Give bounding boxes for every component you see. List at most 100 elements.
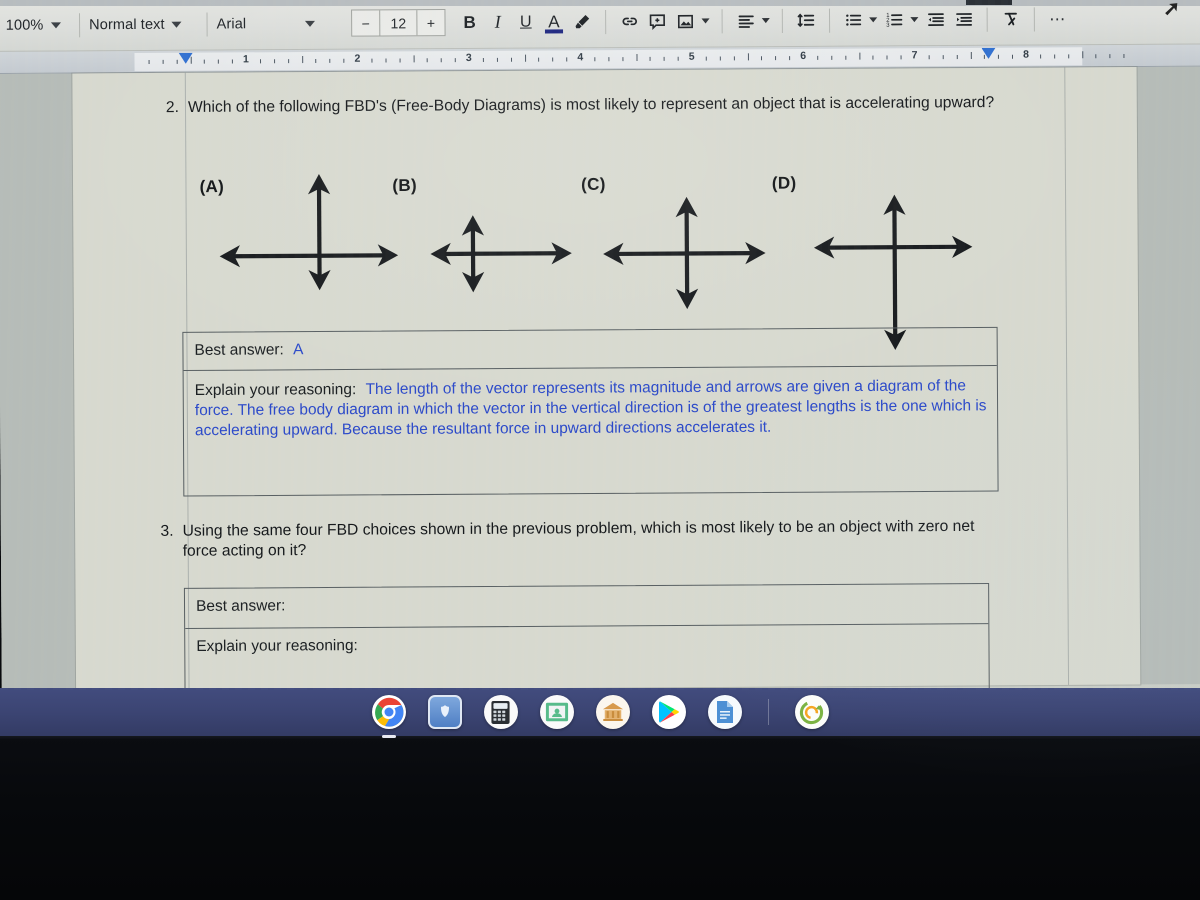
chevron-down-icon[interactable] (910, 17, 919, 23)
ruler-tick (942, 55, 944, 60)
ruler-tick (747, 53, 749, 61)
ruler-tick (622, 57, 624, 62)
question-2: 2. Which of the following FBD's (Free-Bo… (161, 93, 1002, 118)
cropped-toolbar-control (966, 0, 1012, 5)
ruler-tick (844, 55, 846, 60)
ruler-tick (218, 59, 220, 64)
google-classroom-app-icon[interactable] (539, 695, 574, 729)
answer-table-question-2[interactable]: Best answer: A Explain your reasoning: T… (182, 326, 999, 497)
ruler-tick (371, 58, 373, 63)
link-icon[interactable] (616, 7, 642, 35)
ruler-tick (1053, 54, 1055, 59)
zoom-level-label: 100% (5, 16, 44, 34)
decrease-indent-icon[interactable] (922, 5, 948, 33)
question-2-number: 2. (165, 98, 180, 117)
best-answer-row-q3[interactable]: Best answer: (184, 583, 989, 630)
ruler-tick (1012, 54, 1014, 59)
ruler-tick (970, 51, 972, 59)
zoom-level-dropdown[interactable]: 100% (6, 17, 70, 33)
insert-image-icon[interactable] (672, 7, 698, 35)
google-docs-app-icon[interactable] (707, 695, 742, 729)
best-answer-label-q3: Best answer: (196, 597, 286, 615)
chromeos-shelf[interactable] (0, 688, 1200, 738)
ruler-tick (956, 55, 958, 60)
calculator-app-icon[interactable] (483, 695, 518, 729)
text-color-swatch (544, 28, 564, 33)
ruler-tick (440, 58, 442, 63)
ruler-tick (761, 56, 763, 61)
ruler-tick (343, 58, 345, 63)
fbd-choice-b: (B) (384, 171, 586, 303)
fbd-choice-c-diagram (603, 196, 766, 310)
font-family-dropdown[interactable]: Arial (217, 15, 348, 32)
ruler-tick (1095, 54, 1097, 59)
italic-button[interactable]: I (485, 8, 511, 36)
ruler-tick (886, 55, 888, 60)
ruler-tick (162, 59, 164, 64)
align-icon[interactable] (733, 7, 759, 35)
fbd-choice-d: (D) (764, 160, 986, 350)
bold-button[interactable]: B (456, 8, 482, 36)
bulleted-list-icon[interactable] (840, 6, 866, 34)
ruler-tick (998, 54, 1000, 59)
line-spacing-icon[interactable] (793, 6, 819, 34)
ruler-tick (635, 53, 638, 62)
underline-button[interactable]: U (513, 8, 539, 36)
dark-background-below-screen (0, 736, 1200, 900)
font-size-decrease-button[interactable]: − (352, 10, 379, 35)
question-2-text: Which of the following FBD's (Free-Body … (187, 93, 995, 116)
ruler-tick (204, 59, 206, 64)
recovery-app-icon[interactable] (794, 695, 829, 729)
answer-table-question-3[interactable]: Best answer: Explain your reasoning: (183, 582, 990, 697)
text-color-button[interactable]: A (541, 8, 567, 36)
best-answer-value-q2[interactable]: A (293, 341, 303, 358)
svg-text:3: 3 (886, 23, 890, 29)
photo-of-laptop-screen: 100% Normal text Arial − 12 + B I U A 1 … (0, 0, 1200, 900)
ruler-tick (538, 57, 540, 62)
chevron-down-icon (171, 21, 182, 28)
ruler-tick (496, 57, 498, 62)
clear-formatting-icon[interactable] (998, 5, 1024, 33)
numbered-list-icon[interactable]: 1 2 3 (881, 6, 907, 34)
ruler-tick (719, 56, 721, 61)
reasoning-row-q3[interactable]: Explain your reasoning: (185, 624, 989, 696)
ruler-tick (1123, 54, 1125, 59)
paragraph-style-dropdown[interactable]: Normal text (89, 16, 198, 33)
toolbar-divider (206, 11, 208, 37)
chevron-down-icon[interactable] (701, 18, 710, 24)
best-answer-row-q2[interactable]: Best answer: A (183, 327, 997, 372)
ruler-tick (510, 57, 512, 62)
ruler-number: 3 (465, 51, 472, 65)
bank-app-icon[interactable] (595, 695, 630, 729)
ruler-tick (190, 56, 192, 64)
cropped-corner-icon[interactable]: ➚ (1163, 0, 1180, 21)
ruler-tick (301, 56, 303, 64)
more-options-button[interactable]: ⋯ (1045, 5, 1071, 33)
ruler-tick (399, 58, 401, 63)
highlighter-icon[interactable] (569, 8, 595, 36)
chevron-down-icon[interactable] (761, 18, 770, 24)
toolbar-divider (78, 12, 81, 37)
ruler-tick (259, 59, 261, 64)
increase-indent-icon[interactable] (950, 5, 976, 33)
add-comment-icon[interactable] (644, 7, 670, 35)
ruler-tick (148, 59, 150, 65)
font-size-stepper[interactable]: − 12 + (351, 8, 446, 37)
font-size-input[interactable]: 12 (379, 10, 418, 36)
ruler-tick (677, 56, 679, 61)
question-3-text: Using the same four FBD choices shown in… (182, 517, 975, 560)
toolbar-divider (781, 8, 783, 33)
ruler-tick (900, 55, 902, 60)
chevron-down-icon[interactable] (869, 17, 878, 23)
ruler-number: 7 (911, 49, 918, 62)
ruler-tick (427, 58, 429, 63)
chrome-active-indicator (381, 735, 396, 738)
play-store-app-icon[interactable] (651, 695, 686, 729)
blue-app-icon[interactable] (427, 695, 462, 729)
chrome-app-icon[interactable] (371, 695, 406, 738)
ruler-tick (232, 59, 234, 64)
document-page[interactable]: 2. Which of the following FBD's (Free-Bo… (72, 67, 1141, 697)
toolbar-divider (986, 7, 988, 32)
reasoning-row-q2[interactable]: Explain your reasoning: The length of th… (184, 366, 998, 495)
font-size-increase-button[interactable]: + (417, 10, 444, 35)
